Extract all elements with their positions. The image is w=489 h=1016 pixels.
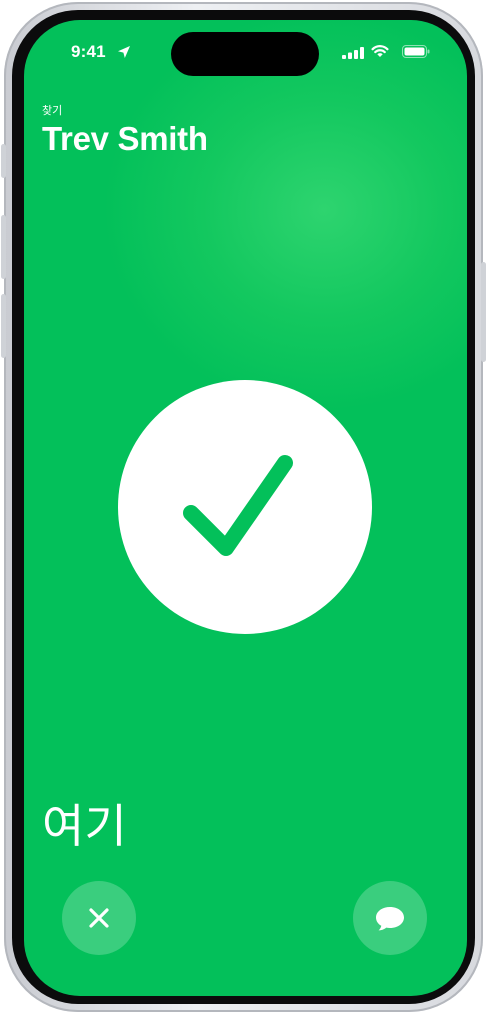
message-button[interactable] xyxy=(353,881,427,955)
action-button xyxy=(1,144,6,178)
status-circle xyxy=(118,380,372,634)
contact-name: Trev Smith xyxy=(42,120,208,157)
signal-icon xyxy=(342,47,364,59)
battery-icon xyxy=(402,45,430,58)
close-button[interactable] xyxy=(62,881,136,955)
close-icon xyxy=(89,908,109,928)
header-subtitle: 찾기 xyxy=(42,104,63,117)
checkmark-icon xyxy=(183,455,293,556)
dynamic-island xyxy=(171,32,319,76)
status-text: 여기 xyxy=(42,799,127,853)
location-arrow-icon xyxy=(118,46,130,58)
volume-down-button xyxy=(1,294,6,358)
status-bar: 9:41 xyxy=(24,20,467,84)
power-button xyxy=(481,262,486,362)
message-bubble-icon xyxy=(376,907,404,931)
screen: 9:41 찾기 Trev Smith 여기 xyxy=(24,20,467,996)
volume-up-button xyxy=(1,215,6,279)
wifi-icon xyxy=(371,45,389,57)
status-time: 9:41 xyxy=(71,42,106,61)
